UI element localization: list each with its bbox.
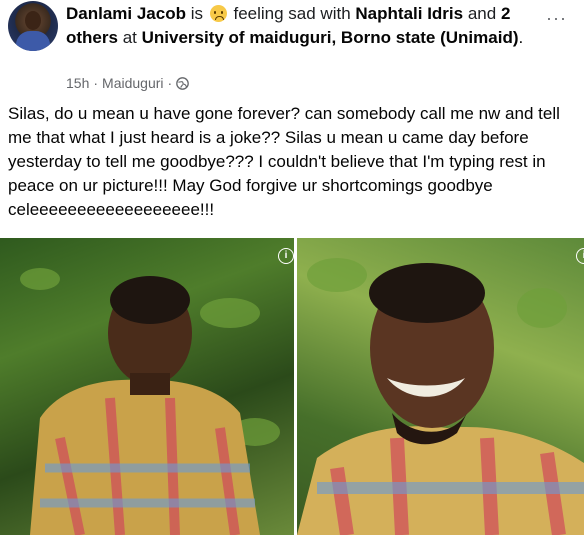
feeling-text: feeling sad with bbox=[233, 4, 351, 23]
more-options-icon[interactable]: ··· bbox=[546, 9, 567, 27]
post-header-text: Danlami Jacob is feeling sad with Naphta… bbox=[66, 2, 536, 50]
photo-left[interactable]: i bbox=[0, 238, 294, 535]
meta-separator-2: · bbox=[167, 75, 173, 91]
author-avatar[interactable] bbox=[8, 1, 58, 51]
period: . bbox=[518, 28, 524, 47]
photo-grid: i i bbox=[0, 238, 584, 535]
meta-separator: · bbox=[93, 75, 99, 91]
post-time[interactable]: 15h bbox=[66, 74, 89, 92]
sad-face-emoji-icon bbox=[209, 5, 227, 22]
globe-icon[interactable] bbox=[176, 76, 190, 90]
location-link[interactable]: University of maiduguri, Borno state (Un… bbox=[142, 28, 519, 47]
and-text: and bbox=[467, 4, 497, 23]
avatar-head bbox=[25, 11, 41, 30]
is-text: is bbox=[190, 4, 204, 23]
info-icon[interactable]: i bbox=[278, 248, 294, 264]
photo-left-figure bbox=[30, 276, 260, 535]
tagged-person[interactable]: Naphtali Idris bbox=[355, 4, 463, 23]
avatar-shirt bbox=[16, 31, 50, 51]
at-text: at bbox=[122, 28, 137, 47]
photo-right[interactable]: i bbox=[297, 238, 584, 535]
author-name[interactable]: Danlami Jacob bbox=[66, 4, 186, 23]
photo-right-figure bbox=[297, 263, 584, 535]
post-place[interactable]: Maiduguri bbox=[102, 74, 163, 92]
post-meta: 15h · Maiduguri · bbox=[66, 74, 190, 92]
post-text: Silas, do u mean u have gone forever? ca… bbox=[8, 104, 560, 219]
